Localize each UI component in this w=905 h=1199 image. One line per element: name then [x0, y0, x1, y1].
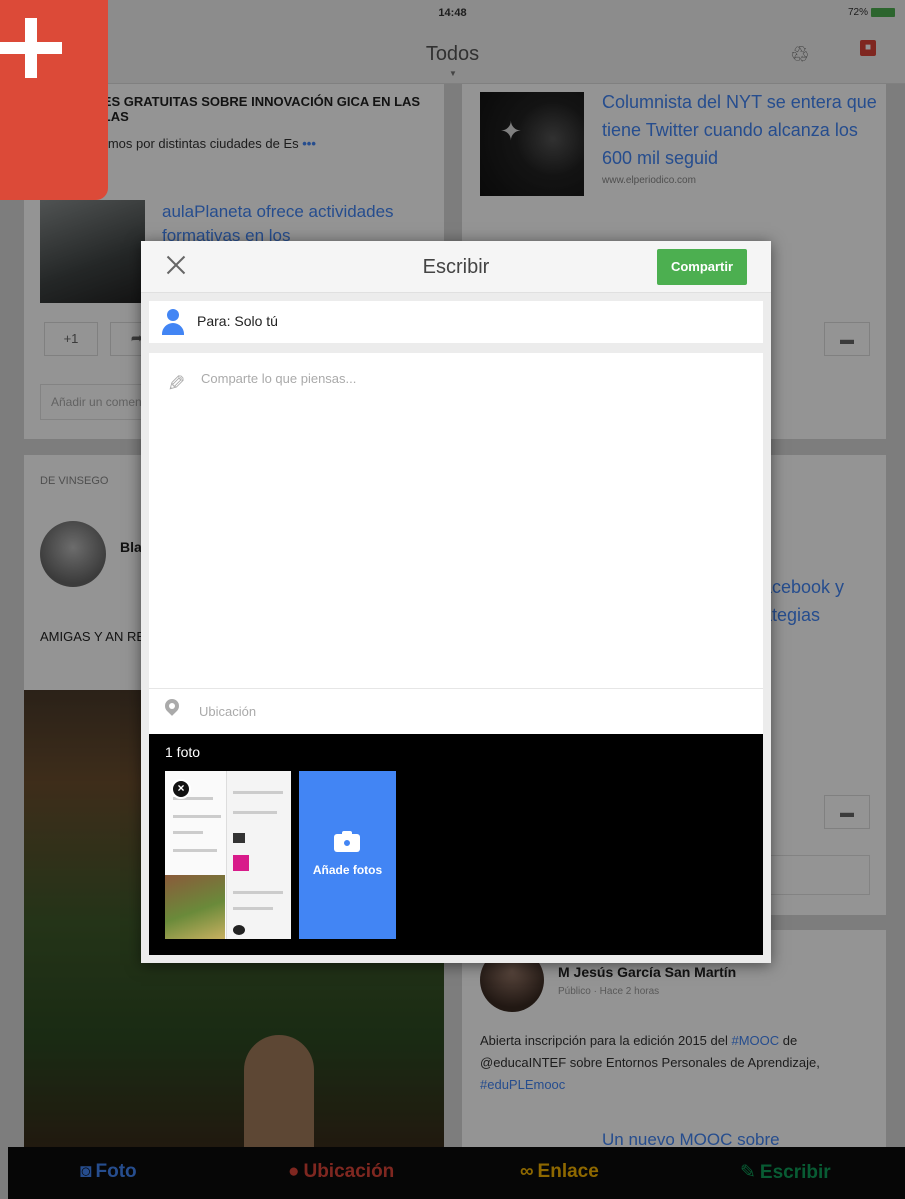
location-pin-icon — [162, 696, 182, 723]
audience-label: Para: Solo tú — [197, 313, 278, 329]
new-post-fab[interactable] — [0, 0, 108, 200]
camera-icon — [334, 831, 360, 852]
add-photos-button[interactable]: Añade fotos — [299, 771, 396, 939]
dialog-header: Escribir Compartir — [141, 241, 771, 293]
photos-count: 1 foto — [165, 744, 201, 760]
person-icon — [161, 309, 185, 335]
remove-icon[interactable]: × — [171, 779, 191, 799]
photo-attachments: 1 foto × Añade fotos — [149, 734, 763, 955]
audience-selector[interactable]: Para: Solo tú — [149, 301, 763, 343]
pencil-icon: ✎ — [167, 371, 186, 396]
compose-input[interactable] — [201, 371, 741, 671]
location-row — [149, 688, 763, 734]
share-button[interactable]: Compartir — [657, 249, 747, 285]
compose-area: ✎ — [149, 353, 763, 688]
plus-icon — [0, 18, 66, 78]
thumbnail-image — [165, 875, 225, 939]
compose-dialog: Escribir Compartir Para: Solo tú ✎ 1 fot… — [141, 241, 771, 963]
add-photos-label: Añade fotos — [312, 863, 383, 877]
location-input[interactable] — [199, 699, 739, 723]
attached-photo-thumbnail[interactable]: × — [165, 771, 291, 939]
